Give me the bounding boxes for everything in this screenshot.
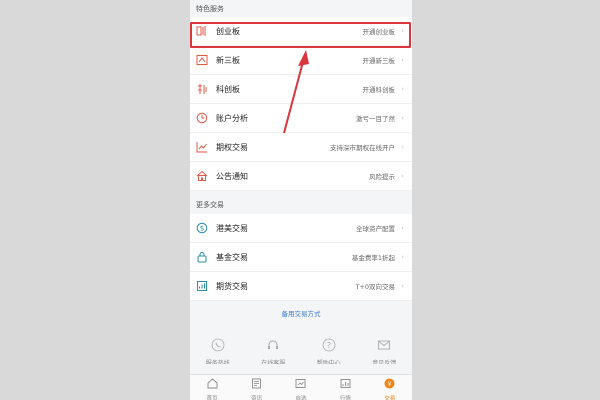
backup-trading-link[interactable]: 备用交易方式 (190, 301, 412, 325)
tab-label: 资讯 (251, 395, 263, 400)
row-star-market[interactable]: 科创板 开通科创板 › (190, 75, 412, 104)
chart-icon (196, 141, 208, 153)
quick-action-hotline[interactable]: 服务热线 (198, 337, 238, 364)
left-backdrop (0, 0, 190, 400)
quick-actions: 服务热线 在线客服 ? 帮助中心 意见反馈 (190, 325, 412, 369)
chevron-right-icon: › (401, 143, 404, 151)
row-label: 公告通知 (216, 171, 248, 181)
row-account-analysis[interactable]: 账户分析 激亏一目了然 › (190, 104, 412, 133)
svg-text:¥: ¥ (388, 380, 392, 387)
row-label: 科创板 (216, 84, 240, 94)
chevron-right-icon: › (401, 253, 404, 261)
tab-label: 自选 (295, 395, 307, 400)
news-icon (251, 374, 262, 393)
chinext-highlight-box (190, 22, 411, 48)
tab-label: 行情 (339, 395, 351, 400)
row-label: 港美交易 (216, 223, 248, 233)
quick-action-label: 在线客服 (261, 360, 286, 364)
row-desc: T+0双向交易 (355, 283, 395, 291)
row-label: 新三板 (216, 55, 240, 65)
quick-action-feedback[interactable]: 意见反馈 (364, 337, 404, 364)
tab-label: 首页 (206, 395, 218, 400)
row-label: 账户分析 (216, 113, 248, 123)
tab-news[interactable]: 资讯 (237, 374, 277, 400)
watchlist-icon (295, 374, 306, 393)
headset-icon (266, 337, 280, 356)
quick-action-label: 意见反馈 (372, 360, 397, 364)
chevron-right-icon: › (401, 172, 404, 180)
futures-icon (196, 280, 208, 292)
row-announcements[interactable]: 公告通知 风险提示 › (190, 162, 412, 191)
tab-label: 交易 (384, 395, 396, 400)
chevron-right-icon: › (401, 56, 404, 64)
chevron-right-icon: › (401, 282, 404, 290)
trade-icon: ¥ (384, 374, 395, 393)
row-desc: 风险提示 (369, 173, 395, 181)
row-desc: 支持深市期权在线开户 (330, 144, 395, 152)
quick-action-help[interactable]: ? 帮助中心 (309, 337, 349, 364)
quick-action-label: 服务热线 (205, 360, 230, 364)
star-market-icon (196, 83, 208, 95)
tab-market[interactable]: 行情 (325, 374, 365, 400)
tab-home[interactable]: 首页 (192, 374, 232, 400)
tab-watchlist[interactable]: 自选 (281, 374, 321, 400)
row-desc: 激亏一目了然 (356, 115, 395, 123)
row-label: 期货交易 (216, 281, 248, 291)
row-options-trading[interactable]: 期权交易 支持深市期权在线开户 › (190, 133, 412, 162)
house-icon (196, 170, 208, 182)
lock-icon (196, 251, 208, 263)
svg-text:$: $ (200, 225, 204, 233)
chevron-right-icon: › (401, 85, 404, 93)
section-header-more: 更多交易 (190, 195, 412, 214)
home-icon (207, 374, 218, 393)
row-label: 期权交易 (216, 142, 248, 152)
row-desc: 开通科创板 (362, 86, 396, 94)
right-backdrop (412, 0, 600, 400)
section-header-featured: 特色服务 (190, 0, 412, 17)
chevron-right-icon: › (401, 224, 404, 232)
row-desc: 基金费率1折起 (351, 254, 395, 262)
chevron-right-icon: › (401, 114, 404, 122)
mail-icon (377, 337, 391, 356)
row-neeq[interactable]: 新三板 开通新三板 › (190, 46, 412, 75)
dollar-icon: $ (196, 222, 208, 234)
neeq-icon (196, 54, 208, 66)
row-hk-us-trading[interactable]: $ 港美交易 全球资产配置 › (190, 214, 412, 243)
market-icon (340, 374, 351, 393)
svg-text:?: ? (327, 341, 331, 350)
bottom-tab-bar: 首页 资讯 自选 行情 ¥ 交易 (190, 374, 412, 400)
row-fund-trading[interactable]: 基金交易 基金费率1折起 › (190, 243, 412, 272)
row-desc: 开通新三板 (362, 57, 396, 65)
row-label: 基金交易 (216, 252, 248, 262)
row-futures-trading[interactable]: 期货交易 T+0双向交易 › (190, 272, 412, 301)
row-desc: 全球资产配置 (356, 225, 395, 233)
quick-action-label: 帮助中心 (316, 360, 341, 364)
clock-icon (196, 112, 208, 124)
quick-action-support[interactable]: 在线客服 (253, 337, 293, 364)
tab-trade[interactable]: ¥ 交易 (370, 374, 410, 400)
phone-icon (211, 337, 225, 356)
help-icon: ? (322, 337, 336, 356)
phone-screen: 特色服务 创业板 开通创业板 › 新三板 开通新三板 › 科创板 开通科创板 ›… (190, 0, 412, 400)
